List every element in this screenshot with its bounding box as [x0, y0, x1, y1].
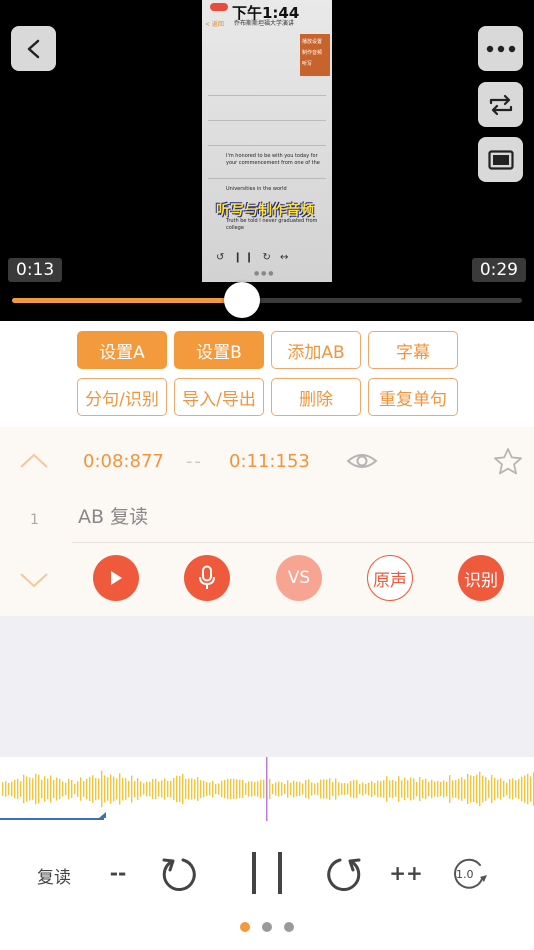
rewind-icon [162, 858, 196, 892]
playback-controls: 复读 -- ++ 1.0 [0, 821, 534, 950]
waveform-bars [0, 757, 534, 821]
chevron-up-icon[interactable] [18, 451, 50, 471]
frame-page-dots: ● ● ● [254, 270, 274, 277]
video-player[interactable]: 下午1:44 < 返回 乔布斯斯坦福大学演讲 播放设置 制作音频 听写 I'm … [0, 0, 534, 321]
slow-down-button[interactable]: -- [103, 861, 133, 885]
repeat-icon [489, 94, 512, 115]
waveform[interactable] [0, 757, 534, 821]
page-dot[interactable] [284, 922, 294, 932]
seek-progress [12, 298, 242, 303]
play-sentence-button[interactable] [93, 555, 139, 601]
frame-line-3: Truth be told I never graduated from col… [226, 218, 318, 231]
frame-line-2: Universities in the world [226, 186, 287, 192]
frame-controls: ↺ ❙❙ ↻ ↔ [216, 252, 292, 263]
frame-title: 乔布斯斯坦福大学演讲 [234, 20, 295, 27]
chevron-left-icon [27, 39, 39, 58]
sentence-index: 1 [30, 512, 39, 528]
recognize-button[interactable]: 识别 [458, 555, 504, 601]
range-end[interactable]: 0:11:153 [229, 451, 310, 472]
sentence-card: 0:08:877 -- 0:11:153 1 AB 复读 VS 原声 识别 [0, 427, 534, 616]
svg-text:1.0: 1.0 [456, 868, 474, 881]
page-indicator [240, 922, 294, 932]
recording-indicator [210, 3, 228, 11]
page-dot[interactable] [262, 922, 272, 932]
add-ab-button[interactable]: 添加AB [271, 331, 361, 369]
subtitles-button[interactable]: 字幕 [368, 331, 458, 369]
eye-icon[interactable] [346, 451, 378, 471]
import-export-button[interactable]: 导入/导出 [174, 378, 264, 416]
video-frame: 下午1:44 < 返回 乔布斯斯坦福大学演讲 播放设置 制作音频 听写 I'm … [202, 0, 332, 282]
frame-line-1: I'm honored to be with you today for you… [226, 153, 320, 166]
original-audio-button[interactable]: 原声 [367, 555, 413, 601]
more-dots-icon [486, 45, 515, 52]
speed-up-button[interactable]: ++ [389, 861, 423, 885]
forward-button[interactable] [323, 853, 365, 895]
seek-thumb[interactable] [223, 282, 260, 318]
fullscreen-button[interactable] [478, 137, 523, 182]
range-separator: -- [186, 451, 203, 472]
recordings-area [0, 616, 534, 757]
selection-range [0, 818, 104, 820]
frame-banner: 听写与制作音频 [216, 203, 314, 219]
delete-button[interactable]: 删除 [271, 378, 361, 416]
screen-icon [487, 149, 514, 170]
back-button[interactable] [11, 26, 56, 71]
pause-icon [252, 852, 282, 894]
record-button[interactable] [184, 555, 230, 601]
frame-back-link: < 返回 [205, 21, 224, 28]
speed-icon: 1.0 [454, 858, 487, 889]
page-dot[interactable] [240, 922, 250, 932]
sentence-text[interactable]: AB 复读 [78, 502, 148, 529]
speed-button[interactable]: 1.0 [450, 855, 488, 893]
vs-button[interactable]: VS [276, 555, 322, 601]
repeat-label[interactable]: 复读 [37, 863, 71, 888]
rewind-button[interactable] [158, 853, 200, 895]
range-marker[interactable] [99, 812, 106, 818]
set-b-button[interactable]: 设置B [174, 331, 264, 369]
frame-menu: 播放设置 制作音频 听写 [300, 34, 330, 76]
ab-controls: 设置A 设置B 添加AB 字幕 分句/识别 导入/导出 删除 重复单句 [77, 331, 467, 416]
star-icon[interactable] [493, 447, 523, 475]
forward-icon [327, 858, 361, 892]
more-button[interactable] [478, 26, 523, 71]
loop-button[interactable] [478, 82, 523, 127]
total-time: 0:29 [471, 258, 526, 282]
split-recognize-button[interactable]: 分句/识别 [77, 378, 167, 416]
play-icon [111, 571, 122, 585]
pause-button[interactable] [246, 849, 288, 897]
divider [72, 542, 534, 543]
range-start[interactable]: 0:08:877 [83, 451, 164, 472]
chevron-down-icon[interactable] [18, 570, 50, 590]
set-a-button[interactable]: 设置A [77, 331, 167, 369]
microphone-icon [199, 565, 215, 589]
playhead[interactable] [266, 757, 268, 821]
seek-bar[interactable] [12, 298, 522, 303]
current-time: 0:13 [8, 258, 63, 282]
repeat-sentence-button[interactable]: 重复单句 [368, 378, 458, 416]
